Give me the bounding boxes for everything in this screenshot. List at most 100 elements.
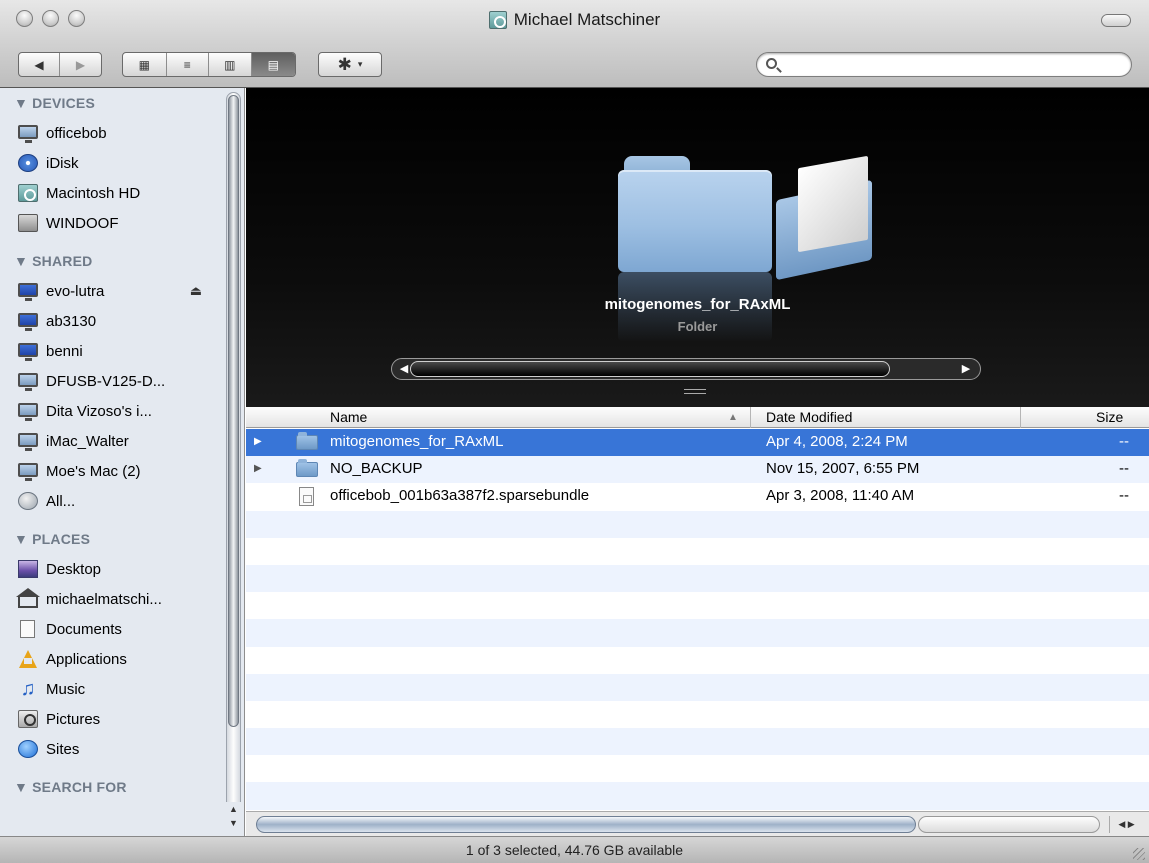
coverflow-selected-kind: Folder [677, 319, 718, 334]
list-view-button[interactable]: ≡ [167, 53, 210, 76]
sidebar-section-shared[interactable]: ▼ SHARED [0, 246, 244, 276]
column-header-name[interactable]: Name [330, 407, 750, 428]
sidebar-item-dfusb[interactable]: DFUSB-V125-D... [0, 366, 244, 396]
sidebar-scrollbar[interactable] [226, 92, 241, 814]
horizontal-scroll-thumb[interactable] [256, 816, 916, 833]
sidebar-item-label: Dita Vizoso's i... [46, 402, 152, 420]
coverflow-selected-name: mitogenomes_for_RAxML [604, 296, 791, 313]
sidebar-item-label: michaelmatschi... [46, 590, 162, 608]
column-header-date[interactable]: Date Modified [766, 407, 1016, 428]
split-resize-handle[interactable] [684, 389, 706, 394]
empty-row [246, 538, 1149, 565]
toolbar-toggle-button[interactable] [1101, 14, 1131, 27]
file-size: -- [1119, 460, 1129, 478]
list-rows: ▶ mitogenomes_for_RAxML Apr 4, 2008, 2:2… [246, 429, 1149, 810]
file-date: Nov 15, 2007, 6:55 PM [766, 460, 920, 478]
coverflow-scroll-thumb[interactable] [410, 361, 890, 377]
empty-row [246, 647, 1149, 674]
table-row[interactable]: officebob_001b63a387f2.sparsebundle Apr … [246, 483, 1149, 510]
file-date: Apr 4, 2008, 2:24 PM [766, 433, 908, 450]
column-divider[interactable] [750, 407, 751, 428]
sidebar-item-pictures[interactable]: Pictures [0, 704, 244, 734]
table-row[interactable]: ▶ NO_BACKUP Nov 15, 2007, 6:55 PM -- [246, 456, 1149, 484]
file-size: -- [1119, 487, 1129, 505]
empty-row [246, 592, 1149, 619]
disclosure-triangle-icon[interactable]: ▶ [254, 463, 262, 474]
back-button[interactable]: ◀ [19, 53, 61, 76]
coverflow-scrollbar[interactable]: ◀ ▶ [391, 358, 981, 380]
sidebar-scroll-arrows[interactable]: ▲ ▼ [226, 802, 241, 830]
sidebar-item-label: Pictures [46, 710, 101, 728]
sidebar-item-sites[interactable]: Sites [0, 734, 244, 764]
folder-icon [296, 432, 318, 450]
sidebar-section-devices[interactable]: ▼ DEVICES [0, 88, 244, 118]
sidebar-item-label: officebob [46, 124, 107, 142]
sidebar-item-label: Macintosh HD [46, 184, 141, 202]
empty-row [246, 782, 1149, 810]
view-mode-group: ▦ ≡ ▥ ▤ [122, 52, 296, 77]
sidebar-item-desktop[interactable]: Desktop [0, 554, 244, 584]
icon-view-button[interactable]: ▦ [123, 53, 167, 76]
sidebar-item-label: Documents [46, 620, 122, 638]
sidebar-item-label: All... [46, 492, 76, 510]
scroll-right-icon[interactable]: ▶ [956, 361, 976, 377]
horizontal-scroll-arrows[interactable]: ◀ ▶ [1109, 816, 1143, 833]
file-list: Name ▲ Date Modified Size ▶ mitogenomes_… [246, 407, 1149, 811]
chevron-down-icon: ▾ [357, 59, 363, 69]
horizontal-scroll-track[interactable] [918, 816, 1100, 833]
sidebar-item-all[interactable]: All... [0, 486, 244, 516]
column-divider[interactable] [1020, 407, 1021, 428]
sidebar-item-idisk[interactable]: iDisk [0, 148, 244, 178]
empty-row [246, 728, 1149, 756]
empty-row [246, 701, 1149, 728]
sidebar-item-dita-vizoso[interactable]: Dita Vizoso's i... [0, 396, 244, 426]
sidebar-item-label: iMac_Walter [46, 432, 129, 450]
folder-preview-icon[interactable] [618, 156, 772, 272]
search-input[interactable] [756, 52, 1132, 77]
empty-row [246, 564, 1149, 593]
sparsebundle-preview-icon[interactable] [776, 155, 872, 281]
resize-grip-icon[interactable] [1133, 848, 1145, 860]
empty-row [246, 673, 1149, 701]
sidebar-item-benni[interactable]: benni [0, 336, 244, 366]
sidebar-item-documents[interactable]: Documents [0, 614, 244, 644]
sidebar-item-macintosh-hd[interactable]: Macintosh HD [0, 178, 244, 208]
sidebar-item-home[interactable]: michaelmatschi... [0, 584, 244, 614]
sidebar-item-imac-walter[interactable]: iMac_Walter [0, 426, 244, 456]
sidebar-section-search-for[interactable]: ▼ SEARCH FOR [0, 772, 244, 802]
disclosure-triangle-icon[interactable]: ▶ [254, 436, 262, 447]
sidebar-item-label: Sites [46, 740, 80, 758]
sidebar-item-label: Music [46, 680, 86, 698]
home-icon [16, 587, 40, 608]
drive-icon [18, 214, 38, 232]
list-horizontal-scrollbar[interactable]: ◀ ▶ [246, 811, 1149, 836]
monitor-icon [18, 313, 38, 331]
table-row[interactable]: ▶ mitogenomes_for_RAxML Apr 4, 2008, 2:2… [246, 429, 1149, 457]
sidebar-item-applications[interactable]: Applications [0, 644, 244, 674]
sidebar-item-evo-lutra[interactable]: evo-lutra ⏏ [0, 276, 244, 306]
coverflow-view-button[interactable]: ▤ [251, 53, 295, 76]
column-view-button[interactable]: ▥ [209, 53, 252, 76]
monitor-icon [18, 433, 38, 451]
gear-icon: ✱ [337, 54, 352, 74]
document-icon [299, 487, 314, 507]
sidebar-item-music[interactable]: ♫ Music [0, 674, 244, 704]
monitor-icon [18, 125, 38, 143]
monitor-icon [18, 463, 38, 481]
sidebar-item-moes-mac[interactable]: Moe's Mac (2) [0, 456, 244, 486]
applications-icon [18, 650, 38, 668]
action-menu-button[interactable]: ✱ ▾ [318, 52, 382, 77]
eject-icon[interactable]: ⏏ [190, 283, 202, 299]
coverflow-view[interactable]: mitogenomes_for_RAxML Folder ◀ ▶ [246, 88, 1149, 407]
forward-button[interactable]: ▶ [60, 53, 101, 76]
sidebar-item-label: ab3130 [46, 312, 97, 330]
sidebar-item-windoof[interactable]: WINDOOF [0, 208, 244, 238]
sidebar-item-ab3130[interactable]: ab3130 [0, 306, 244, 336]
monitor-icon [18, 343, 38, 361]
sidebar-scroll-thumb[interactable] [228, 95, 239, 727]
column-header-size[interactable]: Size [1096, 407, 1123, 428]
sidebar-item-label: Applications [46, 650, 127, 668]
sidebar-section-places[interactable]: ▼ PLACES [0, 524, 244, 554]
sidebar-item-officebob[interactable]: officebob [0, 118, 244, 148]
sidebar: ▼ DEVICES officebob iDisk Macintosh HD W… [0, 88, 245, 836]
